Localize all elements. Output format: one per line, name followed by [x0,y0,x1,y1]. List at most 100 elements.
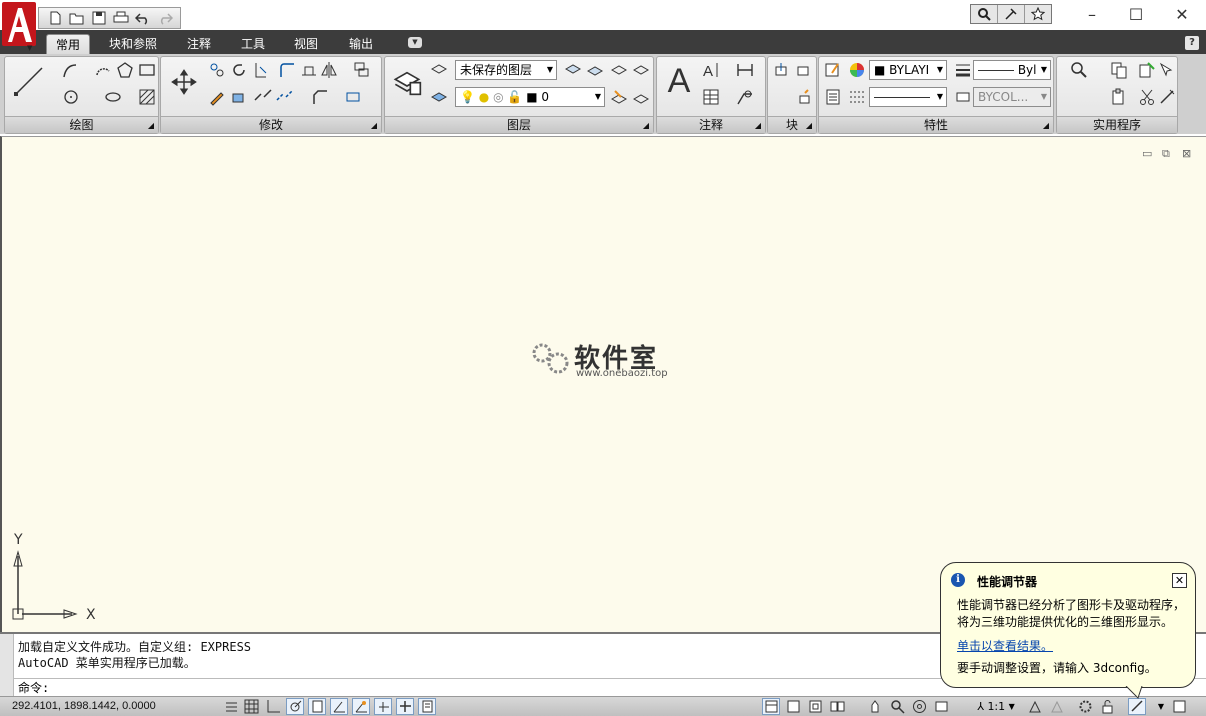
join-tool-icon[interactable] [275,87,295,107]
tab-view[interactable]: 视图 [284,34,328,54]
arc-tool-icon[interactable] [93,60,113,80]
lineweight-icon[interactable] [953,60,973,80]
polyline-tool-icon[interactable] [53,60,89,80]
snap-mode-icon[interactable] [242,698,260,715]
cut-icon[interactable] [1137,87,1157,107]
infer-constraints-icon[interactable] [222,698,240,715]
lineweight-dropdown[interactable]: Byl ▼ [973,60,1051,80]
status-menu-chevron-icon[interactable]: ▼ [1152,698,1170,715]
layer-freeze-icon[interactable] [609,60,629,80]
erase-tool-icon[interactable] [207,87,227,107]
trim-tool-icon[interactable] [251,60,271,80]
viewport-minimize-icon[interactable]: ▭ [1142,147,1152,160]
layout1-icon[interactable] [784,698,802,715]
viewport-close-icon[interactable]: ⊠ [1182,147,1191,160]
panel-annotation-title[interactable]: 注释 ◢ [657,116,765,133]
auto-scale-icon[interactable] [1048,698,1066,715]
circle-tool-icon[interactable] [53,87,89,107]
layer-state-icon[interactable] [429,60,449,80]
tab-output[interactable]: 输出 [338,34,384,54]
tab-annotate[interactable]: 注释 [176,34,222,54]
table-tool-icon[interactable] [701,87,721,107]
panel-expand-icon[interactable]: ◢ [371,117,377,134]
save-icon[interactable] [89,9,109,27]
search-icon[interactable] [971,5,998,23]
dynamic-ucs-icon[interactable] [374,698,392,715]
quick-select-icon[interactable] [1137,60,1157,80]
showmotion-icon[interactable] [932,698,950,715]
panel-expand-icon[interactable]: ◢ [755,117,761,134]
new-icon[interactable] [45,9,65,27]
color-dropdown[interactable]: ■ BYLAYI ▼ [869,60,947,80]
layout2-icon[interactable] [806,698,824,715]
linetype-icon[interactable] [847,87,867,107]
offset-tool-icon[interactable] [343,87,363,107]
comm-center-icon[interactable] [998,5,1025,23]
match-properties-icon[interactable] [823,60,843,80]
layer-isolate-icon[interactable] [563,60,583,80]
print-icon[interactable] [111,9,131,27]
ribbon-toggle-icon[interactable]: ▼ [408,37,422,48]
panel-expand-icon[interactable]: ◢ [148,117,154,134]
annotation-scale[interactable]: ⅄ 1:1 ▼ [970,698,1022,715]
open-icon[interactable] [67,9,87,27]
tab-home[interactable]: 常用 [46,34,90,54]
mirror-tool-icon[interactable] [319,60,339,80]
multileader-tool-icon[interactable] [727,87,763,107]
clean-screen-icon[interactable] [1170,698,1188,715]
hatch-tool-icon[interactable] [137,87,157,107]
layer-match-icon[interactable] [609,87,629,107]
panel-modify-title[interactable]: 修改 ◢ [161,116,381,133]
select-similar-icon[interactable] [1157,60,1177,80]
chamfer-tool-icon[interactable] [303,87,337,107]
workspace-switching-icon[interactable] [1076,698,1094,715]
copy-tool-icon[interactable] [207,60,227,80]
maximize-button[interactable]: ☐ [1114,3,1158,25]
layer-state-dropdown[interactable]: 未保存的图层 ▼ [455,60,557,80]
copy-clip-icon[interactable] [1101,60,1137,80]
object-snap-tracking-icon[interactable] [352,698,370,715]
tab-blocks-references[interactable]: 块和参照 [100,34,166,54]
insert-block-icon[interactable] [772,60,792,80]
dimension-tool-icon[interactable] [727,60,763,80]
fillet-tool-icon[interactable] [277,60,297,80]
panel-draw-title[interactable]: 绘图 ◢ [5,116,158,133]
stretch-tool-icon[interactable] [299,60,319,80]
undo-icon[interactable] [133,9,153,27]
panel-expand-icon[interactable]: ◢ [1043,117,1049,134]
linetype-dropdown[interactable]: ▼ [869,87,947,107]
edit-block-icon[interactable] [794,87,814,107]
view-results-link[interactable]: 单击以查看结果。 [957,637,1053,654]
redo-icon[interactable] [155,9,175,27]
panel-expand-icon[interactable]: ◢ [806,117,812,134]
minimize-button[interactable]: – [1070,3,1114,25]
multiline-text-icon[interactable]: A [661,62,697,100]
dynamic-input-icon[interactable] [396,698,414,715]
ellipse-tool-icon[interactable] [95,87,131,107]
zoom-icon[interactable] [1061,60,1097,80]
list-properties-icon[interactable] [823,87,843,107]
panel-layers-title[interactable]: 图层 ◢ [385,116,653,133]
plotstyle-icon[interactable] [953,87,973,107]
panel-block-title[interactable]: 块 ◢ [768,116,816,133]
layer-off-icon[interactable] [631,60,651,80]
polygon-tool-icon[interactable] [115,60,135,80]
create-block-icon[interactable] [794,60,814,80]
viewport-restore-icon[interactable]: ⧉ [1162,147,1170,161]
layer-unisolate-icon[interactable] [585,60,605,80]
rotate-tool-icon[interactable] [229,60,249,80]
quick-view-layouts-icon[interactable] [828,698,846,715]
layer-dropdown[interactable]: 💡 ● ◎ 🔓 ■ 0 ▼ [455,87,605,107]
plotstyle-dropdown[interactable]: BYCOL... ▼ [973,87,1051,107]
performance-tuner-icon[interactable] [1128,698,1146,715]
help-button[interactable]: ? [1185,36,1199,50]
measure-icon[interactable] [1157,87,1177,107]
layer-previous-icon[interactable] [631,87,651,107]
command-grip[interactable] [0,634,14,698]
object-snap-icon[interactable] [330,698,348,715]
close-icon[interactable]: ✕ [1172,573,1187,588]
grid-display-icon[interactable] [264,698,282,715]
explode-tool-icon[interactable] [229,87,249,107]
rectangle-tool-icon[interactable] [137,60,157,80]
panel-expand-icon[interactable]: ◢ [643,117,649,134]
